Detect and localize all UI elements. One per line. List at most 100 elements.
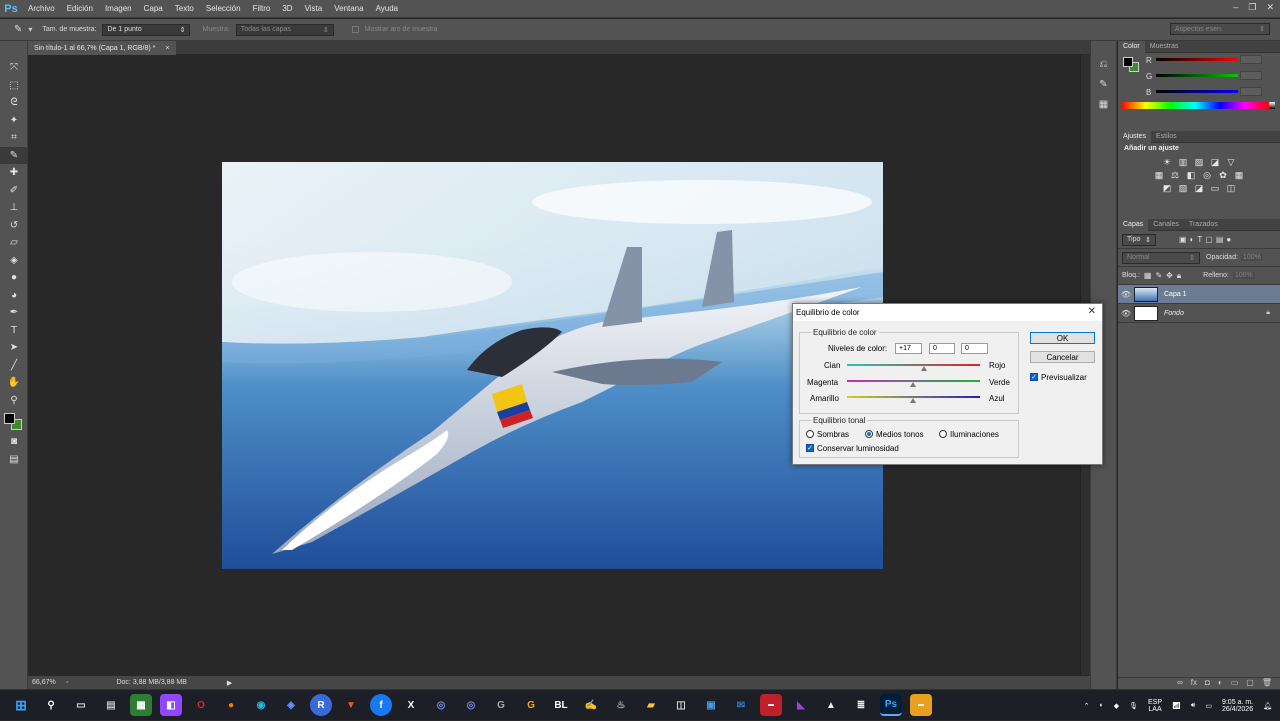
visibility-eye-icon[interactable]: 👁︎ <box>1118 290 1134 299</box>
menu-ayuda[interactable]: Ayuda <box>370 4 405 13</box>
gradient-map-icon[interactable]: ▭ <box>1209 183 1221 193</box>
menu-texto[interactable]: Texto <box>169 4 200 13</box>
copilot-icon[interactable]: ◈ <box>280 694 302 716</box>
workspace-select[interactable]: Aspectos esen. ⇕ <box>1170 23 1270 35</box>
filter-smart-icon[interactable]: ▤ <box>1216 235 1224 244</box>
store-icon[interactable]: ◫ <box>670 694 692 716</box>
filter-adjust-icon[interactable]: ◐ <box>1190 235 1195 244</box>
lock-pixels-icon[interactable]: ✎ <box>1155 271 1162 280</box>
bl-app-icon[interactable]: BL <box>550 694 572 716</box>
tool-preset-chevron-icon[interactable]: ▾ <box>28 25 32 34</box>
stack-app-icon[interactable]: ≣ <box>850 694 872 716</box>
unity-icon[interactable]: ▲ <box>820 694 842 716</box>
highlights-radio[interactable] <box>939 430 947 438</box>
close-icon[interactable]: ✕ <box>1266 2 1274 13</box>
quick-mask-icon[interactable]: ◙ <box>0 433 28 451</box>
discord-ptb-icon[interactable]: ◎ <box>460 694 482 716</box>
layer-filter-select[interactable]: Tipo ⇕ <box>1122 233 1156 246</box>
brush-tool-icon[interactable]: ✐ <box>0 182 28 200</box>
cancel-button[interactable]: Cancelar <box>1030 351 1095 363</box>
tab-estilos[interactable]: Estilos <box>1151 131 1182 143</box>
clone-stamp-tool-icon[interactable]: ⊥ <box>0 199 28 217</box>
layer-style-icon[interactable]: fx <box>1191 678 1197 689</box>
tab-trazados[interactable]: Trazados <box>1184 219 1223 231</box>
invert-icon[interactable]: ◩ <box>1161 183 1173 193</box>
clock[interactable]: 9:05 a. m. 26/4/2026 <box>1222 699 1253 713</box>
crop-tool-icon[interactable]: ⌗ <box>0 129 28 147</box>
preview-checkbox[interactable]: ✓ <box>1030 373 1038 381</box>
discord-icon[interactable]: ◎ <box>430 694 452 716</box>
blend-mode-select[interactable]: Normal ⇕ <box>1122 251 1200 264</box>
layer-name[interactable]: Capa 1 <box>1164 291 1187 298</box>
cyan-red-slider[interactable] <box>847 364 980 366</box>
facebook-icon[interactable]: f <box>370 694 392 716</box>
channel-r-slider[interactable] <box>1156 58 1238 61</box>
edge-icon[interactable]: ◉ <box>250 694 272 716</box>
history-brush-tool-icon[interactable]: ↺ <box>0 217 28 235</box>
hue-saturation-icon[interactable]: ▦ <box>1153 170 1165 180</box>
layer-row-fondo[interactable]: 👁︎ Fondo 🔒︎ <box>1118 304 1280 323</box>
steam-icon[interactable]: ♨ <box>610 694 632 716</box>
blur-tool-icon[interactable]: ● <box>0 269 28 287</box>
menu-archivo[interactable]: Archivo <box>22 4 61 13</box>
photoshop-taskbar-icon[interactable]: Ps <box>880 694 902 716</box>
twitch-icon[interactable]: ◧ <box>160 694 182 716</box>
brush-presets-icon[interactable]: ✎ <box>1091 79 1116 99</box>
healing-brush-tool-icon[interactable]: ✚ <box>0 164 28 182</box>
sheets-app-icon[interactable]: ▦ <box>130 694 152 716</box>
x-icon[interactable]: X <box>400 694 422 716</box>
file-explorer-icon[interactable]: ▰ <box>640 694 662 716</box>
color-swatches[interactable] <box>0 409 27 433</box>
brightness-icon[interactable]: ☀ <box>1161 157 1173 167</box>
channel-r-value[interactable] <box>1240 55 1262 64</box>
microphone-icon[interactable]: 🎙︎ <box>1129 702 1138 710</box>
move-tool-icon[interactable]: ⤧ <box>0 59 28 77</box>
notifications-bell-icon[interactable]: 🔔︎ <box>1263 702 1272 710</box>
minimize-icon[interactable]: – <box>1233 2 1238 13</box>
brave-icon[interactable]: ▼ <box>340 694 362 716</box>
black-white-icon[interactable]: ◧ <box>1185 170 1197 180</box>
fill-value[interactable]: 100% <box>1232 272 1255 279</box>
posterize-icon[interactable]: ▨ <box>1177 183 1189 193</box>
photos-icon[interactable]: ▣ <box>700 694 722 716</box>
lasso-tool-icon[interactable]: ᘓ <box>0 94 28 112</box>
screen-mode-icon[interactable]: ▤ <box>0 451 28 469</box>
sample-select[interactable]: Todas las capas ⇕ <box>235 23 334 36</box>
new-group-icon[interactable]: ▭ <box>1231 678 1239 689</box>
hand-tool-icon[interactable]: ✋ <box>0 374 28 392</box>
orange-app-icon[interactable]: ▬ <box>910 694 932 716</box>
yellow-blue-slider[interactable] <box>847 396 980 398</box>
firefox-icon[interactable]: ● <box>220 694 242 716</box>
zoom-level[interactable]: 66,67% <box>32 679 62 686</box>
lock-position-icon[interactable]: ✥ <box>1166 271 1173 280</box>
midtones-radio[interactable] <box>865 430 873 438</box>
vs-icon[interactable]: ◣ <box>790 694 812 716</box>
levels-icon[interactable]: ▥ <box>1177 157 1189 167</box>
dialog-close-icon[interactable]: ✕ <box>1088 306 1096 317</box>
nvidia-icon[interactable]: ◆ <box>1114 702 1119 710</box>
filter-shape-icon[interactable]: ▢ <box>1205 235 1213 244</box>
level-cyan-red-input[interactable]: +17 <box>895 343 922 354</box>
lock-transparency-icon[interactable]: ▦ <box>1144 271 1152 280</box>
channel-b-value[interactable] <box>1240 87 1262 96</box>
layer-row-capa-1[interactable]: 👁︎ Capa 1 <box>1118 285 1280 304</box>
outlook-icon[interactable]: ✉ <box>730 694 752 716</box>
color-balance-icon[interactable]: ⚖ <box>1169 170 1181 180</box>
color-lookup-icon[interactable]: ▦ <box>1233 170 1245 180</box>
new-adjustment-icon[interactable]: ◐ <box>1218 678 1223 689</box>
document-tab[interactable]: Sin título-1 al 66,7% (Capa 1, RGB/8) * … <box>28 41 176 55</box>
tab-muestras[interactable]: Muestras <box>1145 41 1184 53</box>
tab-canales[interactable]: Canales <box>1148 219 1184 231</box>
level-yellow-blue-input[interactable]: 0 <box>961 343 988 354</box>
magenta-green-slider[interactable] <box>847 380 980 382</box>
eraser-tool-icon[interactable]: ▱ <box>0 234 28 252</box>
menu-imagen[interactable]: Imagen <box>99 4 138 13</box>
sample-ring-checkbox[interactable] <box>351 26 359 33</box>
history-icon[interactable]: ⎌ <box>1091 59 1116 79</box>
threshold-icon[interactable]: ◪ <box>1193 183 1205 193</box>
tab-capas[interactable]: Capas <box>1118 218 1149 231</box>
color-spectrum-bw[interactable] <box>1269 102 1275 109</box>
g-hub-icon[interactable]: G <box>520 694 542 716</box>
tab-ajustes[interactable]: Ajustes <box>1118 130 1151 143</box>
fg-color-chip[interactable] <box>1123 57 1133 67</box>
